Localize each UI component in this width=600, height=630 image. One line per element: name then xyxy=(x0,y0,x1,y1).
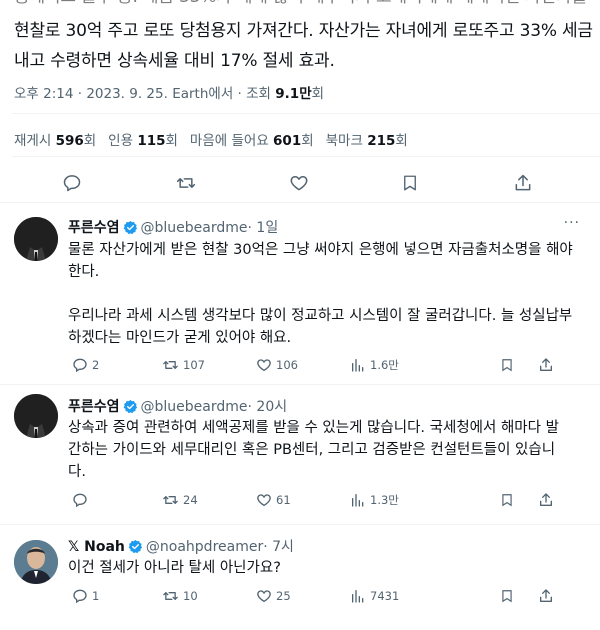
reply-text: 이건 절세가 아니라 탈세 아닌가요? xyxy=(68,560,281,576)
reply-count-button[interactable]: 2 xyxy=(72,355,99,375)
display-name[interactable]: 푸른수염 xyxy=(68,399,120,415)
verified-badge-icon xyxy=(123,220,138,239)
reply-tweet[interactable]: 푸른수염 @bluebeardme· 1일 ··· 물론 자산가에게 받은 현찰 … xyxy=(0,203,600,383)
verified-badge-icon xyxy=(128,539,143,558)
share-icon[interactable] xyxy=(508,168,538,198)
reply-icon[interactable] xyxy=(57,168,87,198)
divider xyxy=(12,113,600,114)
repost-icon xyxy=(163,496,178,504)
bookmark-icon[interactable] xyxy=(395,168,425,198)
bookmark-icon[interactable] xyxy=(500,586,514,606)
analytics-icon xyxy=(352,590,364,603)
reply-text: 물론 자산가에게 받은 현찰 30억은 그냥 써야지 은행에 넣으면 자금출처소… xyxy=(68,242,573,346)
user-handle[interactable]: @bluebeardme xyxy=(141,399,248,415)
reply-time[interactable]: · 20시 xyxy=(248,399,288,415)
divider xyxy=(0,384,600,385)
share-icon[interactable] xyxy=(538,355,554,375)
views-count-button[interactable]: 1.3만 xyxy=(350,490,399,510)
heart-icon[interactable] xyxy=(284,168,314,198)
tweet-views-label: · 조회 xyxy=(237,86,271,102)
user-handle[interactable]: @bluebeardme xyxy=(141,220,248,236)
reply-icon xyxy=(73,493,87,508)
heart-icon xyxy=(257,494,271,507)
reply-header: 𝕏 Noah @noahpdreamer· 7시 xyxy=(68,536,294,558)
user-handle[interactable]: @noahpdreamer xyxy=(146,539,263,555)
tweet-meta: 오후 2:14 · 2023. 9. 25. Earth에서 · 조회 9.1만… xyxy=(14,82,324,102)
reply-action-bar: 1 10 25 7431 xyxy=(68,586,588,606)
tweet-time[interactable]: 오후 2:14 · 2023. 9. 25. xyxy=(14,86,168,102)
share-icon[interactable] xyxy=(538,490,554,510)
bookmark-icon[interactable] xyxy=(500,355,514,375)
heart-icon xyxy=(257,590,271,603)
reply-action-bar: 24 61 1.3만 xyxy=(68,490,588,510)
repost-icon xyxy=(163,361,178,369)
repost-count-button[interactable]: 10 xyxy=(162,586,198,606)
tweet-stats: 재게시 596회 인용 115회 마음에 들어요 601회 북마크 215회 xyxy=(14,129,420,149)
stat-reposts[interactable]: 재게시 596회 xyxy=(14,129,96,149)
reply-count-button[interactable] xyxy=(72,490,92,510)
like-count-button[interactable]: 106 xyxy=(256,355,298,375)
like-count-button[interactable]: 61 xyxy=(256,490,291,510)
tweet-source: Earth에서 xyxy=(172,86,234,102)
stat-quotes[interactable]: 인용 115회 xyxy=(108,129,178,149)
verified-badge-icon xyxy=(123,399,138,418)
divider xyxy=(12,156,600,157)
main-action-bar xyxy=(0,168,600,198)
display-name[interactable]: 푸른수염 xyxy=(68,220,120,236)
main-tweet-line: 증세이고 들우 등. 세금 33%가 에게 많이 세구의지 코세이에게 에게이런… xyxy=(14,0,588,8)
reply-tweet[interactable]: 𝕏 Noah @noahpdreamer· 7시 이건 절세가 아니라 탈세 아닌… xyxy=(0,526,600,630)
tweet-views-value: 9.1만 xyxy=(275,86,312,102)
main-tweet-text: 증세이고 들우 등. 세금 33%가 에게 많이 세구의지 코세이에게 에게이런… xyxy=(14,0,593,76)
reply-text: 상속과 증여 관련하여 세액공제를 받을 수 있는게 많습니다. 국세청에서 해… xyxy=(68,420,559,480)
reply-icon xyxy=(73,358,87,373)
repost-count-button[interactable]: 24 xyxy=(162,490,198,510)
main-tweet: 증세이고 들우 등. 세금 33%가 에게 많이 세구의지 코세이에게 에게이런… xyxy=(0,0,600,203)
reply-time[interactable]: · 1일 xyxy=(248,220,279,236)
reply-icon xyxy=(73,589,87,604)
divider xyxy=(0,524,600,525)
like-count-button[interactable]: 25 xyxy=(256,586,291,606)
repost-icon xyxy=(163,592,178,600)
reply-tweet[interactable]: 푸른수염 @bluebeardme· 20시 상속과 증여 관련하여 세액공제를 … xyxy=(0,386,600,522)
analytics-icon xyxy=(352,359,364,372)
reply-header: 푸른수염 @bluebeardme· 1일 xyxy=(68,217,278,239)
share-icon[interactable] xyxy=(538,586,554,606)
tweet-views-unit: 회 xyxy=(311,86,325,102)
reply-header: 푸른수염 @bluebeardme· 20시 xyxy=(68,396,287,418)
display-name[interactable]: 𝕏 Noah xyxy=(68,539,125,555)
stat-likes[interactable]: 마음에 들어요 601회 xyxy=(190,129,314,149)
avatar[interactable] xyxy=(14,540,58,584)
reply-count-button[interactable]: 1 xyxy=(72,586,99,606)
stat-bookmarks[interactable]: 북마크 215회 xyxy=(326,129,408,149)
main-tweet-line: 내고 수령하면 상속세율 대비 17% 절세 효과. xyxy=(14,51,335,71)
bookmark-icon[interactable] xyxy=(500,490,514,510)
repost-count-button[interactable]: 107 xyxy=(162,355,205,375)
repost-icon[interactable] xyxy=(171,168,201,198)
avatar[interactable] xyxy=(14,217,58,261)
more-options-icon[interactable]: ··· xyxy=(564,215,580,231)
avatar[interactable] xyxy=(14,394,58,438)
views-count-button[interactable]: 1.6만 xyxy=(350,355,399,375)
views-count-button[interactable]: 7431 xyxy=(350,586,399,606)
heart-icon xyxy=(257,359,271,372)
analytics-icon xyxy=(352,494,364,507)
main-tweet-line: 현찰로 30억 주고 로또 당첨용지 가져간다. 자산가는 자녀에게 로또주고 … xyxy=(14,21,593,41)
reply-action-bar: 2 107 106 1.6만 xyxy=(68,355,588,375)
reply-time[interactable]: · 7시 xyxy=(263,539,294,555)
